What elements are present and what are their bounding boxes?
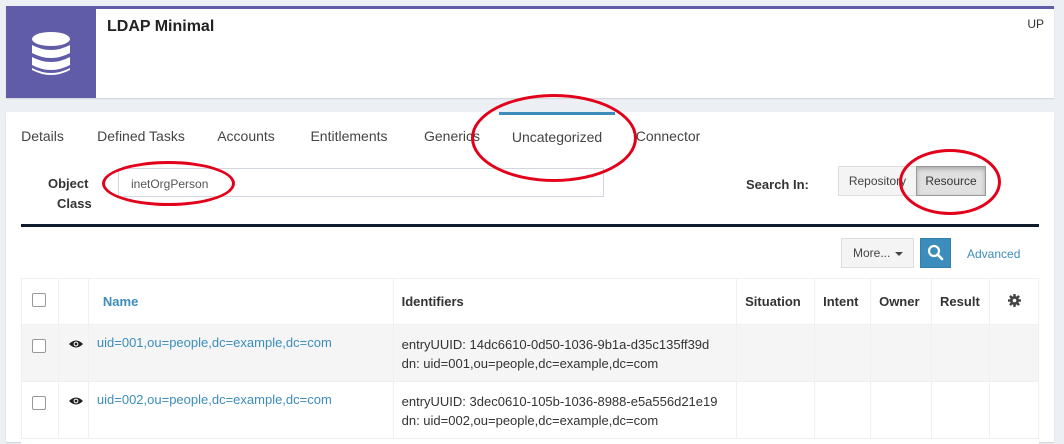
tab-uncategorized[interactable]: Uncategorized [499,112,615,160]
result-column-header: Result [931,278,991,325]
eye-icon[interactable] [68,396,83,406]
select-all-cell [21,278,59,325]
eye-icon[interactable] [68,339,83,349]
caret-down-icon [895,252,903,256]
object-class-input[interactable]: inetOrgPerson [118,168,604,197]
results-box: More... Advanced Name Identifiers Situat… [21,224,1039,444]
tab-accounts[interactable]: Accounts [202,112,290,160]
tab-bar: Details Defined Tasks Accounts Entitleme… [6,112,1054,160]
resource-panel: Details Defined Tasks Accounts Entitleme… [6,112,1054,444]
resource-button[interactable]: Resource [916,166,986,196]
tab-entitlements[interactable]: Entitlements [295,112,403,160]
database-icon [6,9,96,98]
search-icon [927,244,944,261]
tab-connector[interactable]: Connector [620,112,716,160]
more-label: More... [853,246,891,260]
row-name-link[interactable]: uid=002,ou=people,dc=example,dc=com [97,392,332,407]
repository-button[interactable]: Repository [838,166,917,196]
situation-column-header: Situation [736,278,816,325]
tab-details[interactable]: Details [6,112,79,160]
row-view-cell [57,324,89,382]
table-row[interactable]: uid=002,ou=people,dc=example,dc=com entr… [21,381,1039,439]
owner-column-header: Owner [870,278,933,325]
results-table: Name Identifiers Situation Intent Owner … [21,278,1039,439]
row-result-cell [931,324,991,382]
row-situation-cell [736,381,816,439]
row-owner-cell [870,324,933,382]
tab-defined-tasks[interactable]: Defined Tasks [84,112,198,160]
row-name-cell: uid=001,ou=people,dc=example,dc=com [87,324,394,382]
row-intent-cell [814,381,872,439]
row-owner-cell [870,381,933,439]
intent-column-header: Intent [814,278,872,325]
advanced-link[interactable]: Advanced [967,247,1020,261]
identifiers-column-header: Identifiers [392,278,738,325]
row-identifiers-cell: entryUUID: 3dec0610-105b-1036-8988-e5a55… [392,381,738,439]
row-identifier-dn: dn: uid=001,ou=people,dc=example,dc=com [401,356,659,371]
row-identifier-dn: dn: uid=002,ou=people,dc=example,dc=com [401,413,659,428]
row-identifier-uuid: entryUUID: 3dec0610-105b-1036-8988-e5a55… [401,394,718,409]
row-result-cell [931,381,991,439]
row-checkbox[interactable] [32,339,46,353]
row-view-cell [57,381,89,439]
search-button[interactable] [920,238,951,268]
object-class-label-line2: Class [57,196,92,211]
settings-column-header[interactable] [989,278,1039,325]
more-dropdown-button[interactable]: More... [841,238,914,268]
row-settings-cell [989,324,1039,382]
row-name-cell: uid=002,ou=people,dc=example,dc=com [87,381,394,439]
row-intent-cell [814,324,872,382]
table-row[interactable]: uid=001,ou=people,dc=example,dc=com entr… [21,324,1039,382]
row-identifiers-cell: entryUUID: 14dc6610-0d50-1036-9b1a-d35c1… [392,324,738,382]
row-situation-cell [736,324,816,382]
row-select-cell [21,381,59,439]
row-checkbox[interactable] [32,396,46,410]
row-select-cell [21,324,59,382]
tab-generics[interactable]: Generics [409,112,495,160]
search-in-label: Search In: [746,177,809,192]
object-class-label: Object [48,176,89,191]
view-column-header [57,278,89,325]
resource-title: LDAP Minimal [107,18,215,35]
row-name-link[interactable]: uid=001,ou=people,dc=example,dc=com [97,335,332,350]
row-identifier-uuid: entryUUID: 14dc6610-0d50-1036-9b1a-d35c1… [401,337,710,352]
gear-icon [1007,293,1021,307]
table-header-row: Name Identifiers Situation Intent Owner … [21,278,1039,325]
status-badge: UP [1027,17,1044,31]
select-all-checkbox[interactable] [32,293,46,307]
row-settings-cell [989,381,1039,439]
name-column-header[interactable]: Name [87,278,394,325]
resource-header: LDAP Minimal UP [6,6,1054,98]
